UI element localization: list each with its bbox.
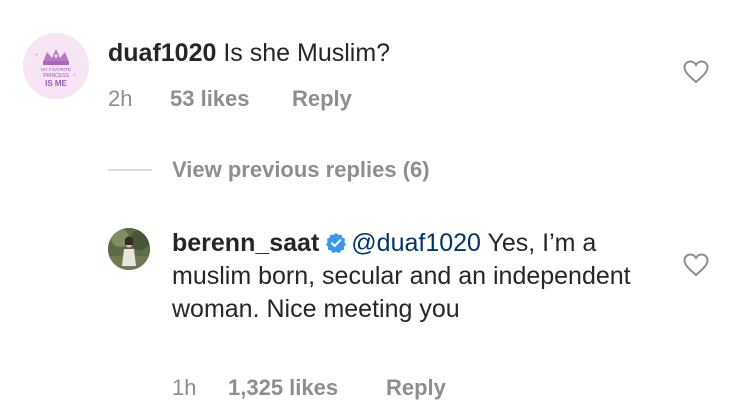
comment-body: Is she Muslim? [223, 39, 391, 67]
avatar[interactable]: MY FAVORITE PRINCESS IS ME + + [23, 33, 89, 99]
reply-meta: 1h 1,325 likes Reply [172, 375, 446, 401]
reply-time[interactable]: 1h [172, 375, 228, 401]
reply-username[interactable]: berenn_saat [172, 229, 319, 257]
reply-reply-button[interactable]: Reply [386, 375, 446, 401]
sparkle-icon: + [35, 53, 39, 59]
comments-section: MY FAVORITE PRINCESS IS ME + + duaf1020 … [0, 0, 737, 417]
comment-likes[interactable]: 53 likes [170, 86, 292, 112]
avatar[interactable] [108, 228, 150, 270]
replies-divider [108, 169, 152, 171]
profile-photo [108, 228, 150, 270]
sparkle-icon: + [73, 73, 77, 79]
comment-meta: 2h 53 likes Reply [108, 86, 352, 112]
verified-badge-icon [326, 232, 347, 254]
avatar-text-line3: IS ME [45, 79, 67, 88]
comment-reply-button[interactable]: Reply [292, 86, 352, 112]
reply-text: berenn_saat @duaf1020 Yes, I’m a muslim … [172, 227, 652, 326]
comment-text: duaf1020 Is she Muslim? [108, 37, 668, 69]
avatar-text-line1: MY FAVORITE [41, 67, 71, 72]
reply-mention-link[interactable]: @duaf1020 [351, 229, 481, 257]
reply-likes[interactable]: 1,325 likes [228, 375, 386, 401]
comment-time[interactable]: 2h [108, 86, 170, 112]
comment-username[interactable]: duaf1020 [108, 39, 216, 67]
heart-outline-icon[interactable] [683, 60, 709, 84]
heart-outline-icon[interactable] [683, 253, 709, 277]
princess-avatar-image: MY FAVORITE PRINCESS IS ME + + [23, 33, 89, 99]
view-previous-replies-button[interactable]: View previous replies (6) [172, 157, 430, 183]
